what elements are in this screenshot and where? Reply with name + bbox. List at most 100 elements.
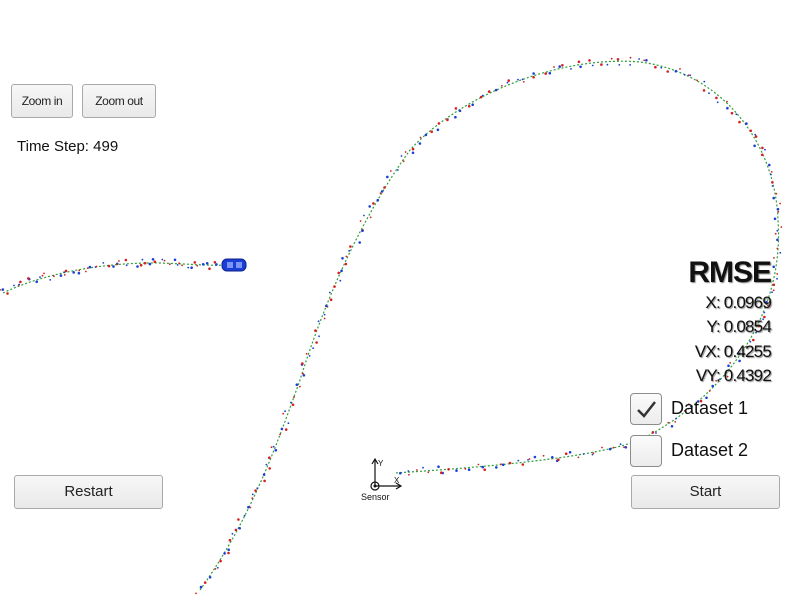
rmse-vy: VY: 0.4392 [695,366,772,385]
radar-marker [216,566,219,569]
lidar-marker [254,489,257,492]
lidar-marker [780,226,783,228]
radar-marker [753,144,756,148]
radar-marker [745,122,748,125]
lidar-marker [577,60,581,64]
radar-marker [768,163,771,167]
zoom-out-button[interactable]: Zoom out [82,84,156,118]
radar-marker [368,205,372,208]
lidar-marker [293,396,295,399]
radar-marker [272,445,275,448]
radar-marker [125,264,128,267]
radar-marker [776,229,779,232]
sensor-label: Sensor [361,492,390,502]
car-marker [221,258,247,272]
lidar-marker [85,270,87,273]
lidar-marker [291,403,295,407]
zoom-in-button[interactable]: Zoom in [11,84,73,118]
lidar-marker [181,264,184,267]
radar-marker [190,266,193,270]
radar-marker [151,258,155,261]
lidar-marker [349,245,352,248]
radar-marker [340,269,343,273]
radar-marker [318,335,320,338]
radar-marker [645,59,648,62]
radar-marker [339,279,342,282]
radar-marker [187,266,190,269]
radar-marker [208,576,212,579]
radar-marker [148,262,152,266]
radar-marker [247,505,250,509]
lidar-marker [772,283,776,287]
lidar-marker [284,428,288,431]
ground-truth-path-left [2,262,231,294]
radar-marker [1,288,5,291]
lidar-marker [754,135,758,138]
radar-marker [72,271,75,274]
lidar-marker [227,551,230,555]
dataset-1-checkbox[interactable] [630,393,662,425]
radar-marker [481,94,484,97]
lidar-marker [379,192,382,195]
lidar-marker [124,258,128,262]
radar-marker [136,265,139,268]
radar-marker [579,65,582,69]
start-button[interactable]: Start [631,475,780,509]
checkmark-icon [637,401,656,418]
lidar-marker [674,421,677,423]
radar-marker [689,74,692,77]
radar-marker [13,284,15,287]
dataset-2-label[interactable]: Dataset 2 [671,440,748,461]
radar-marker [399,471,402,475]
radar-marker [568,451,572,454]
radar-marker [59,274,63,277]
lidar-marker [437,122,441,125]
radar-marker [638,58,640,60]
lidar-marker [305,352,308,355]
radar-marker [619,443,622,446]
lidar-marker [139,263,143,267]
lidar-marker [464,468,467,470]
restart-button[interactable]: Restart [14,475,163,509]
lidar-marker [696,79,698,82]
lidar-marker [654,65,657,69]
radar-marker [63,271,65,273]
lidar-marker [359,220,362,222]
dataset-2-checkbox[interactable] [630,435,662,467]
radar-marker [776,238,779,242]
lidar-marker [771,181,774,184]
radar-marker [495,466,498,469]
lidar-marker [749,129,753,133]
lidar-marker [651,431,655,434]
lidar-marker [553,66,555,68]
lidar-marker [777,210,780,213]
radar-marker [39,276,41,278]
lidar-marker [772,289,775,292]
lidar-marker [715,96,718,100]
radar-marker [506,81,509,84]
radar-marker [703,80,706,83]
lidar-marker [667,421,670,424]
lidar-marker [344,262,348,266]
lidar-marker [270,446,273,449]
radar-marker [317,320,320,323]
radar-marker [708,92,710,95]
radar-marker [772,265,775,269]
radar-marker [280,427,284,431]
dataset-1-label[interactable]: Dataset 1 [671,398,748,419]
radar-marker [458,109,462,113]
lidar-marker [268,467,272,470]
lidar-marker [193,261,197,264]
lidar-marker [64,269,68,273]
lidar-marker [730,111,734,115]
lidar-marker [592,452,595,455]
radar-marker [517,78,519,81]
lidar-marker [629,56,632,59]
radar-marker [455,469,458,472]
radar-marker [243,514,246,517]
radar-marker [361,229,364,233]
lidar-marker [501,85,503,87]
lidar-marker [521,463,525,466]
lidar-marker [196,264,199,267]
lidar-marker [779,202,781,205]
